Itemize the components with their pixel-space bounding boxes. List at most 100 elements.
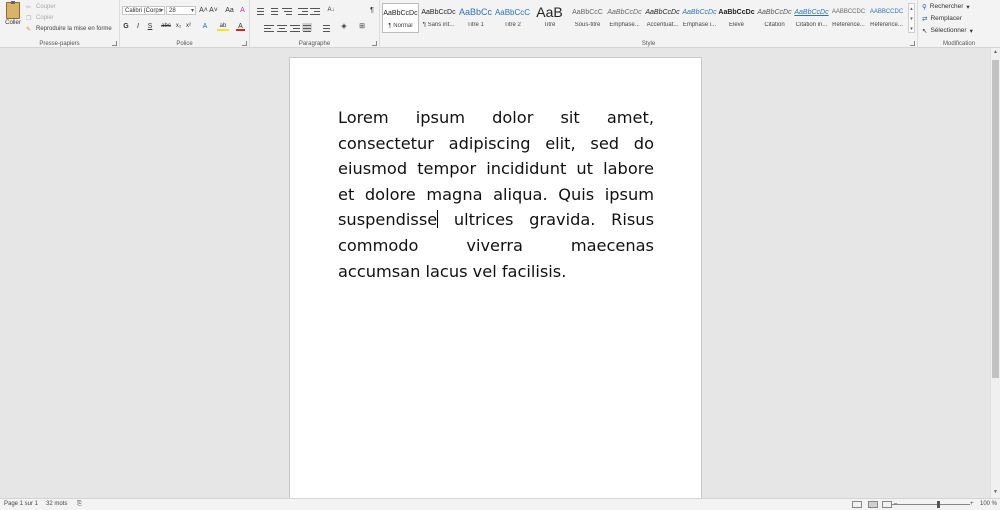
page-count[interactable]: Page 1 sur 1 <box>4 501 38 507</box>
cursor-icon: ↖ <box>922 27 928 35</box>
word-count[interactable]: 32 mots <box>46 501 67 507</box>
style-no-spacing[interactable]: AaBbCcDc ¶ Sans int... <box>420 3 457 33</box>
clipboard-group: Coller ✂ Couper ❐ Copier ✎ Reproduire la… <box>0 0 120 48</box>
styles-group-label: Style <box>641 41 656 47</box>
copy-button[interactable]: ❐ Copier <box>26 13 54 22</box>
clipboard-icon <box>6 1 20 19</box>
style-heading-1[interactable]: AaBbCc Titre 1 <box>457 3 494 33</box>
web-layout-icon[interactable] <box>882 501 892 508</box>
underline-button[interactable]: S <box>146 22 154 31</box>
styles-gallery-scroll[interactable]: ▴ ▾ ▾ <box>908 3 915 33</box>
numbering-icon[interactable] <box>268 7 278 15</box>
paste-button[interactable]: Coller <box>3 1 23 38</box>
read-mode-icon[interactable] <box>852 501 862 508</box>
style-name: Sous-titre <box>574 22 601 28</box>
shading-icon[interactable]: ◈ <box>338 22 350 31</box>
grow-font-button[interactable]: A˄ <box>199 6 208 15</box>
style-intense-quote[interactable]: AaBbCcDc Citation in... <box>793 3 830 33</box>
strikethrough-button[interactable]: abc <box>160 22 172 31</box>
style-sample: AaBbCcDc <box>383 10 418 17</box>
style-name: Emphase i... <box>682 22 717 28</box>
font-group: Calibri (Corps 28 A˄ A˅ Aa A G I S abc x… <box>120 0 250 48</box>
shrink-font-button[interactable]: A˅ <box>209 6 218 15</box>
scrollbar-thumb[interactable] <box>992 60 999 378</box>
zoom-slider-thumb[interactable] <box>937 501 940 508</box>
format-painter-label: Reproduire la mise en forme <box>36 25 112 32</box>
format-painter-button[interactable]: ✎ Reproduire la mise en forme <box>26 24 112 33</box>
sort-icon[interactable]: A↓ <box>326 6 336 15</box>
align-center-icon[interactable] <box>277 24 287 32</box>
font-name-combo[interactable]: Calibri (Corps <box>122 6 165 15</box>
style-emphasis[interactable]: AaBbCcDc Accentuat... <box>644 3 681 33</box>
replace-button[interactable]: ⇄ Remplacer <box>922 13 962 24</box>
paragraph-launcher-icon[interactable] <box>372 41 377 46</box>
editing-group-label: Modification <box>942 41 975 47</box>
bullets-icon[interactable] <box>254 7 264 15</box>
zoom-in-button[interactable]: + <box>970 501 974 507</box>
highlight-color-button[interactable]: ab <box>217 22 229 31</box>
borders-icon[interactable]: ⊞ <box>356 22 368 31</box>
clipboard-launcher-icon[interactable] <box>112 41 117 46</box>
style-intense-reference[interactable]: AABBCCDC Référence... <box>868 3 905 33</box>
style-title[interactable]: AaB Titre <box>531 3 568 33</box>
align-left-icon[interactable] <box>264 24 274 32</box>
font-launcher-icon[interactable] <box>242 41 247 46</box>
chevron-down-icon: ▾ <box>969 27 973 35</box>
change-case-button[interactable]: Aa <box>223 6 236 15</box>
style-sample: AABBCCDC <box>869 9 904 15</box>
document-page[interactable]: Lorem ipsum dolor sit amet, consectetur … <box>289 57 702 502</box>
editing-group: ⚲ Rechercher ▾ ⇄ Remplacer ↖ Sélectionne… <box>918 0 1000 48</box>
replace-label: Remplacer <box>930 15 962 22</box>
show-marks-button[interactable]: ¶ <box>368 6 376 15</box>
print-layout-icon[interactable] <box>868 501 878 508</box>
multilevel-list-icon[interactable] <box>282 7 292 15</box>
find-button[interactable]: ⚲ Rechercher ▾ <box>922 1 970 12</box>
style-name: Titre 2 <box>504 22 521 28</box>
copy-icon: ❐ <box>26 15 32 22</box>
zoom-level[interactable]: 100 % <box>980 501 997 507</box>
line-spacing-icon[interactable] <box>320 24 330 32</box>
styles-launcher-icon[interactable] <box>910 41 915 46</box>
find-label: Rechercher <box>929 3 964 10</box>
text-effects-button[interactable]: A <box>200 22 210 31</box>
increase-indent-icon[interactable] <box>310 7 320 15</box>
style-name: Emphase... <box>609 22 640 28</box>
style-name: Accentuat... <box>646 22 679 28</box>
proofing-icon[interactable]: ⎘ <box>77 501 82 508</box>
bold-button[interactable]: G <box>122 22 130 31</box>
styles-group: AaBbCcDc ¶ Normal AaBbCcDc ¶ Sans int...… <box>380 0 918 48</box>
style-name: Citation <box>764 22 785 28</box>
style-name: Élevé <box>728 22 744 28</box>
scroll-down-icon[interactable]: ▼ <box>992 489 999 497</box>
font-size-combo[interactable]: 28 <box>166 6 196 15</box>
font-color-button[interactable]: A <box>236 22 245 31</box>
zoom-slider[interactable] <box>892 504 970 505</box>
superscript-button[interactable]: x² <box>184 22 193 31</box>
style-heading-2[interactable]: AaBbCcC Titre 2 <box>494 3 531 33</box>
style-normal[interactable]: AaBbCcDc ¶ Normal <box>382 3 419 33</box>
clear-formatting-button[interactable]: A <box>238 6 247 15</box>
select-button[interactable]: ↖ Sélectionner ▾ <box>922 25 973 36</box>
style-quote[interactable]: AaBbCcDc Citation <box>756 3 793 33</box>
style-subtle-emphasis[interactable]: AaBbCcDc Emphase... <box>606 3 643 33</box>
italic-button[interactable]: I <box>134 22 142 31</box>
paragraph-group-label: Paragraphe <box>298 41 331 47</box>
decrease-indent-icon[interactable] <box>298 7 308 15</box>
style-intense-emphasis[interactable]: AaBbCcDc Emphase i... <box>681 3 718 33</box>
document-body[interactable]: Lorem ipsum dolor sit amet, consectetur … <box>338 105 654 284</box>
copy-label: Copier <box>36 14 54 21</box>
cut-button[interactable]: ✂ Couper <box>26 2 56 11</box>
subscript-button[interactable]: x₂ <box>174 22 183 31</box>
style-sample: AaBbCcDc <box>645 9 680 16</box>
style-strong[interactable]: AaBbCcDc Élevé <box>718 3 755 33</box>
vertical-scrollbar[interactable]: ▲ ▼ <box>990 48 1000 498</box>
style-sample: AaBbCcDc <box>607 9 642 16</box>
style-subtitle[interactable]: AaBbCcC Sous-titre <box>569 3 606 33</box>
font-group-label: Police <box>176 41 193 47</box>
scroll-up-icon[interactable]: ▲ <box>992 49 999 57</box>
style-sample: AaBbCcC <box>572 9 603 16</box>
justify-icon[interactable] <box>302 23 312 32</box>
style-sample: AaBbCcDc <box>757 9 792 16</box>
align-right-icon[interactable] <box>290 24 300 32</box>
style-subtle-reference[interactable]: AABBCCDC Référence... <box>830 3 867 33</box>
